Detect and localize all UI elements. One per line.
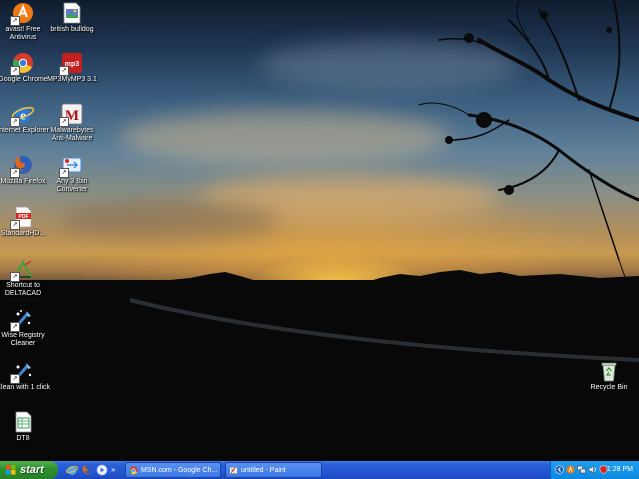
desktop-icon-dt8[interactable]: DT8 <box>0 411 52 443</box>
pdf-icon: PDF ↗ <box>10 206 34 230</box>
desktop-icon-standardhd[interactable]: PDF ↗ StandardHD... <box>0 206 52 238</box>
task-button-paint[interactable]: untitled - Paint <box>225 462 322 478</box>
wise-registry-icon: ↗ <box>10 308 34 332</box>
back-arrow-icon[interactable] <box>555 465 564 474</box>
task-label: untitled - Paint <box>241 467 286 474</box>
chrome-icon <box>129 466 138 475</box>
icon-label: british bulldog <box>50 26 94 33</box>
icon-label: MP3MyMP3 3.1 <box>47 76 97 83</box>
ie-icon: e ↗ <box>10 103 35 127</box>
mp3-icon: mp3 ↗ <box>59 52 83 76</box>
avast-tray-icon[interactable] <box>566 465 575 474</box>
desktop-icon-malwarebytes[interactable]: M ↗ Malwarebytes Anti-Malware <box>43 103 101 143</box>
desktop-icon-mp3mymp3[interactable]: mp3 ↗ MP3MyMP3 3.1 <box>43 52 101 84</box>
system-tray: 1:28 PM <box>550 461 639 479</box>
taskbar: start » MSN.com - Google Ch... untitled … <box>0 461 639 479</box>
icon-label: Any 3 Ibin Converter <box>56 178 88 193</box>
deltacad-icon: ↗ <box>10 258 34 282</box>
desktop[interactable]: ↗ avast! Free Antivirus ↗ Google Chrome … <box>0 0 639 461</box>
recycle-bin-icon <box>598 360 620 382</box>
wallpaper-tree <box>418 0 639 300</box>
svg-text:PDF: PDF <box>19 214 29 220</box>
desktop-icon-any-3-ibin-converter[interactable]: ↗ Any 3 Ibin Converter <box>43 154 101 194</box>
volume-icon[interactable] <box>588 465 597 474</box>
quicklaunch-ie-icon[interactable] <box>66 464 78 476</box>
icon-label: DT8 <box>16 435 30 442</box>
chrome-icon: ↗ <box>10 52 34 76</box>
wise-clean-icon: ↗ <box>10 360 34 384</box>
quicklaunch-firefox-icon[interactable] <box>81 464 93 476</box>
icon-label: Wise Registry Cleaner <box>1 332 45 347</box>
malwarebytes-icon: M ↗ <box>59 103 83 127</box>
paint-icon <box>229 467 238 474</box>
quicklaunch-windows-media-icon[interactable] <box>96 464 108 476</box>
icon-label: Shortcut to DELTACAD <box>4 282 42 297</box>
converter-icon: ↗ <box>59 154 83 178</box>
quicklaunch-more-button[interactable]: » <box>111 462 115 478</box>
icon-label: Clean with 1 click <box>0 384 51 391</box>
icon-label: StandardHD... <box>0 230 46 237</box>
windows-logo-icon <box>6 465 16 475</box>
desktop-icon-recycle-bin[interactable]: Recycle Bin <box>580 360 638 392</box>
icon-label: Malwarebytes Anti-Malware <box>50 127 94 142</box>
document-icon <box>12 411 34 433</box>
start-label: start <box>20 464 44 476</box>
desktop-icon-clean-with-1-click[interactable]: ↗ Clean with 1 click <box>0 360 52 392</box>
image-file-icon <box>61 2 83 24</box>
task-label: MSN.com - Google Ch... <box>141 467 218 474</box>
firefox-icon: ↗ <box>10 154 34 178</box>
start-button[interactable]: start <box>0 461 58 479</box>
desktop-icon-deltacad[interactable]: ↗ Shortcut to DELTACAD <box>0 258 52 298</box>
clock[interactable]: 1:28 PM <box>607 461 633 479</box>
task-button-chrome[interactable]: MSN.com - Google Ch... <box>125 462 221 478</box>
icon-label: Recycle Bin <box>590 384 628 391</box>
desktop-icon-british-bulldog[interactable]: british bulldog <box>43 2 101 34</box>
avast-icon: ↗ <box>10 2 34 26</box>
desktop-icon-wise-registry-cleaner[interactable]: ↗ Wise Registry Cleaner <box>0 308 52 348</box>
network-icon[interactable] <box>577 465 586 474</box>
